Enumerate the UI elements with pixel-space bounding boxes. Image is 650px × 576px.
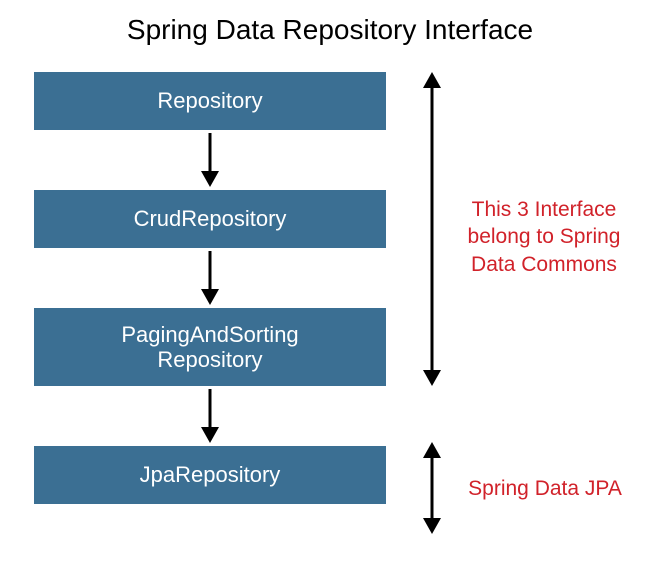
down-arrow-icon	[199, 251, 221, 305]
annotation-jpa: Spring Data JPA	[460, 475, 630, 502]
bracket-jpa	[420, 442, 444, 534]
box-label: CrudRepository	[134, 206, 287, 231]
double-arrow-icon	[420, 72, 444, 386]
down-arrow-icon	[199, 133, 221, 187]
box-crud-repository: CrudRepository	[34, 190, 386, 248]
box-label: Repository	[157, 88, 262, 113]
bracket-commons	[420, 72, 444, 386]
hierarchy-column: Repository CrudRepository PagingAndSorti…	[34, 72, 386, 504]
down-arrow-icon	[199, 389, 221, 443]
annotation-commons: This 3 Interface belong to Spring Data C…	[455, 196, 633, 278]
box-label: PagingAndSortingRepository	[121, 322, 298, 373]
double-arrow-icon	[420, 442, 444, 534]
arrow-gap	[34, 386, 386, 446]
box-label: JpaRepository	[140, 462, 281, 487]
box-paging-sorting-repository: PagingAndSortingRepository	[34, 308, 386, 386]
arrow-gap	[34, 130, 386, 190]
diagram-title: Spring Data Repository Interface	[0, 14, 650, 46]
box-repository: Repository	[34, 72, 386, 130]
box-jpa-repository: JpaRepository	[34, 446, 386, 504]
arrow-gap	[34, 248, 386, 308]
